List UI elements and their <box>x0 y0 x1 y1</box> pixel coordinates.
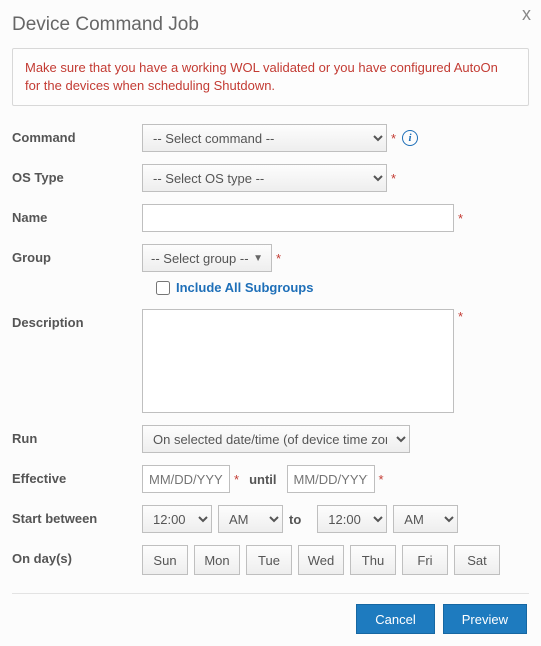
run-select[interactable]: On selected date/time (of device time zo… <box>142 425 410 453</box>
ampm-from-select[interactable]: AM <box>218 505 283 533</box>
ampm-to-select[interactable]: AM <box>393 505 458 533</box>
effective-from-input[interactable] <box>142 465 230 493</box>
day-button-wed[interactable]: Wed <box>298 545 344 575</box>
command-select[interactable]: -- Select command -- <box>142 124 387 152</box>
include-subgroups-label: Include All Subgroups <box>176 280 313 295</box>
close-icon[interactable]: x <box>522 4 531 25</box>
time-from-select[interactable]: 12:00 <box>142 505 212 533</box>
description-label: Description <box>12 309 142 330</box>
info-icon[interactable]: i <box>402 130 418 146</box>
on-days-label: On day(s) <box>12 545 142 566</box>
chevron-down-icon: ▼ <box>253 253 263 264</box>
dialog-title: Device Command Job <box>12 14 529 36</box>
required-marker: * <box>391 171 396 186</box>
description-textarea[interactable] <box>142 309 454 413</box>
os-type-select[interactable]: -- Select OS type -- <box>142 164 387 192</box>
effective-until-input[interactable] <box>287 465 375 493</box>
form: Command -- Select command -- * i OS Type… <box>12 124 529 634</box>
group-label: Group <box>12 244 142 265</box>
os-type-label: OS Type <box>12 164 142 185</box>
group-select-text: -- Select group -- <box>151 251 249 266</box>
time-to-select[interactable]: 12:00 <box>317 505 387 533</box>
required-marker: * <box>379 472 384 487</box>
warning-message: Make sure that you have a working WOL va… <box>12 48 529 106</box>
divider <box>12 593 529 594</box>
day-button-mon[interactable]: Mon <box>194 545 240 575</box>
name-input[interactable] <box>142 204 454 232</box>
required-marker: * <box>458 211 463 226</box>
days-group: Sun Mon Tue Wed Thu Fri Sat <box>142 545 500 575</box>
device-command-job-dialog: x Device Command Job Make sure that you … <box>0 0 541 646</box>
name-label: Name <box>12 204 142 225</box>
start-between-label: Start between <box>12 505 142 526</box>
until-label: until <box>249 472 276 487</box>
required-marker: * <box>458 309 463 324</box>
required-marker: * <box>234 472 239 487</box>
run-label: Run <box>12 425 142 446</box>
day-button-thu[interactable]: Thu <box>350 545 396 575</box>
day-button-sun[interactable]: Sun <box>142 545 188 575</box>
include-subgroups-checkbox[interactable] <box>156 281 170 295</box>
effective-label: Effective <box>12 465 142 486</box>
day-button-fri[interactable]: Fri <box>402 545 448 575</box>
command-label: Command <box>12 124 142 145</box>
day-button-sat[interactable]: Sat <box>454 545 500 575</box>
required-marker: * <box>276 251 281 266</box>
to-label: to <box>289 512 301 527</box>
required-marker: * <box>391 131 396 146</box>
group-select[interactable]: -- Select group -- ▼ <box>142 244 272 272</box>
day-button-tue[interactable]: Tue <box>246 545 292 575</box>
